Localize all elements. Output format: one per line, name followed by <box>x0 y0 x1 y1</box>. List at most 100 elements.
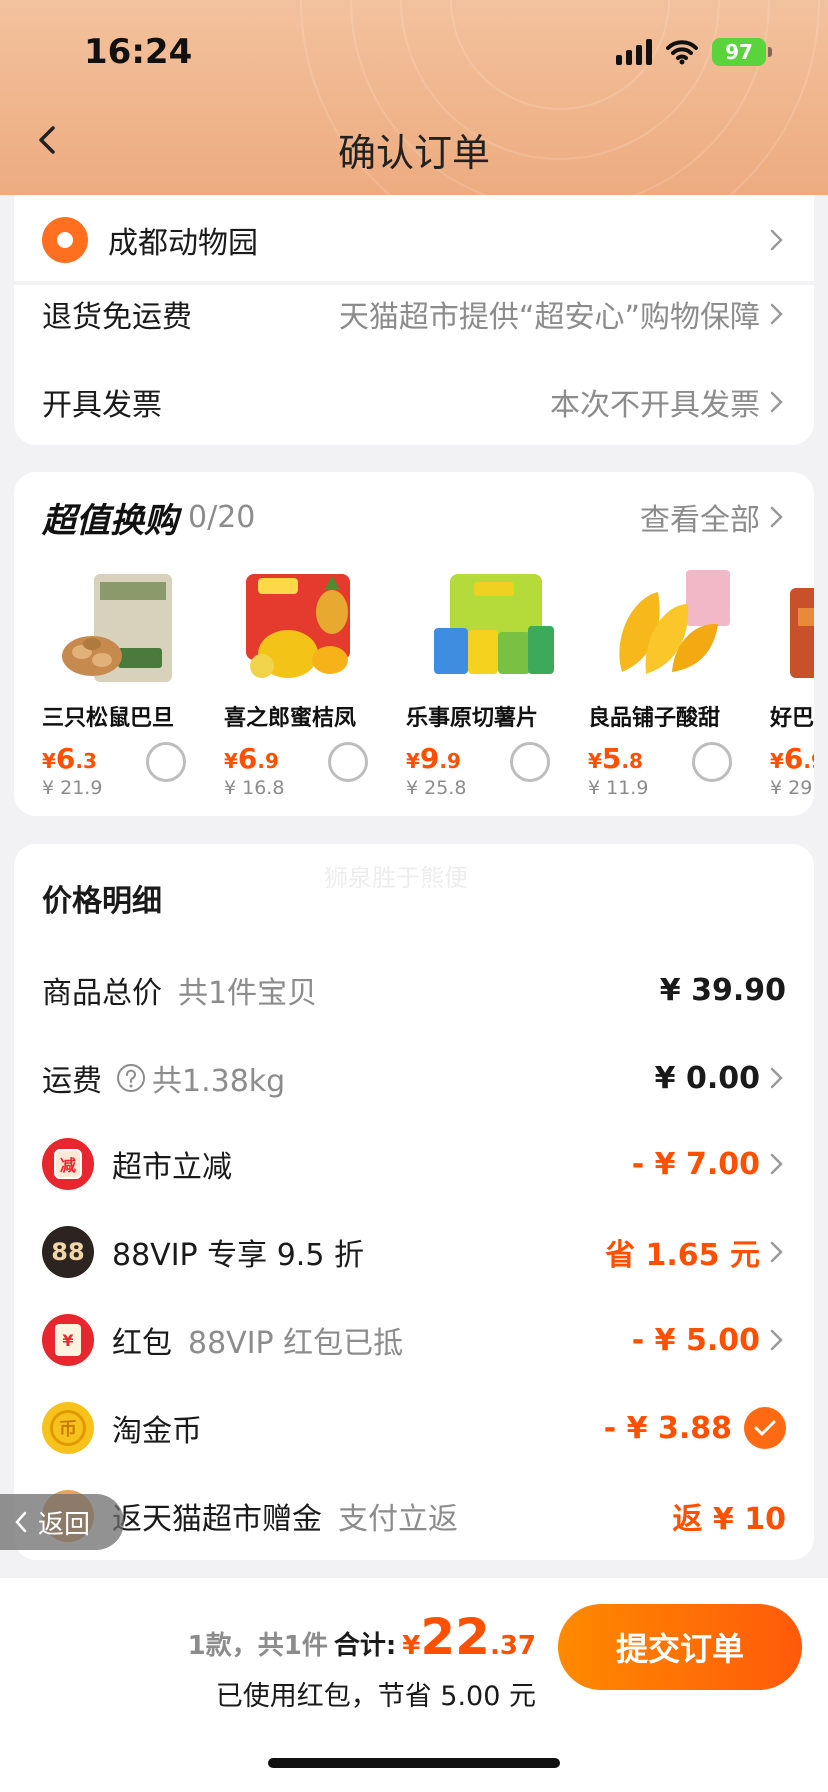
price-detail-title: 价格明细 <box>42 884 162 919</box>
header: 16:24 97 确认订单 <box>0 0 828 195</box>
product-image <box>784 568 814 688</box>
total-currency: ¥ <box>402 1631 421 1661</box>
location-pin-icon <box>42 217 88 263</box>
coins-row[interactable]: 币 淘金币 - ¥ 3.88 <box>42 1400 786 1456</box>
product-price: ¥6.3 <box>42 742 97 775</box>
goods-total-label: 商品总价 <box>42 976 162 1011</box>
address-card: 成都动物园 退货免运费 天猫超市提供“超安心”购物保障 开具发票 本次不开具发票 <box>14 195 814 445</box>
chevron-right-icon <box>770 1329 783 1351</box>
product-original-price: ¥ 29.9 <box>770 777 814 798</box>
return-shipping-value: 天猫超市提供“超安心”购物保障 <box>338 300 760 335</box>
product-price: ¥5.8 <box>588 742 643 775</box>
chevron-left-icon <box>15 1511 27 1533</box>
select-radio[interactable] <box>510 742 550 782</box>
product-price: ¥6.9 <box>770 742 814 775</box>
supermarket-discount-label: 超市立减 <box>112 1150 232 1185</box>
address-row[interactable]: 成都动物园 <box>42 217 786 263</box>
product-original-price: ¥ 25.8 <box>406 777 467 798</box>
status-time: 16:24 <box>84 32 193 72</box>
shipping-label: 运费 <box>42 1064 102 1099</box>
wifi-icon <box>666 40 698 65</box>
vip-discount-label: 88VIP 专享 9.5 折 <box>112 1238 364 1273</box>
invoice-value: 本次不开具发票 <box>550 388 760 423</box>
coins-label: 淘金币 <box>112 1414 202 1449</box>
cashback-label: 返天猫超市赠金 <box>112 1502 322 1537</box>
deal-product[interactable]: 好巴食 ¥6.9 ¥ 29.9 <box>770 568 814 798</box>
goods-total-sub: 共1件宝贝 <box>178 976 318 1011</box>
invoice-row[interactable]: 开具发票 本次不开具发票 <box>42 381 786 423</box>
page-title: 确认订单 <box>337 131 490 175</box>
deal-product[interactable]: 三只松鼠巴旦 ¥6.3 ¥ 21.9 <box>42 568 212 798</box>
discount-icon: 减 <box>42 1138 94 1190</box>
chevron-right-icon <box>770 303 783 325</box>
select-radio[interactable] <box>692 742 732 782</box>
deals-card: 超值换购 0/20 查看全部 三只松鼠巴旦 ¥6.3 ¥ 21.9 喜之郎蜜桔凤… <box>14 472 814 816</box>
price-detail-header: 价格明细 <box>42 874 786 922</box>
battery-level: 97 <box>725 40 753 64</box>
view-all-link[interactable]: 查看全部 <box>640 495 760 539</box>
invoice-label: 开具发票 <box>42 388 162 423</box>
chevron-right-icon <box>770 1241 783 1263</box>
check-icon <box>754 1420 776 1436</box>
red-packet-row[interactable]: ¥ 红包 88VIP 红包已抵 - ¥ 5.00 <box>42 1312 786 1368</box>
red-packet-sub: 88VIP 红包已抵 <box>188 1326 404 1361</box>
status-icons: 97 <box>616 38 772 66</box>
product-original-price: ¥ 11.9 <box>588 777 649 798</box>
product-image <box>420 568 560 688</box>
product-price: ¥6.9 <box>224 742 279 775</box>
vip-discount-row[interactable]: 88 88VIP 专享 9.5 折 省 1.65 元 <box>42 1224 786 1280</box>
total-integer: 22 <box>420 1608 490 1666</box>
chevron-right-icon <box>770 391 783 413</box>
product-name: 乐事原切薯片 <box>406 706 539 731</box>
deal-product[interactable]: 良品铺子酸甜 ¥5.8 ¥ 11.9 <box>588 568 758 798</box>
floating-back-button[interactable]: 返回 <box>0 1494 124 1550</box>
select-radio[interactable] <box>328 742 368 782</box>
cashback-value: 返 ¥ 10 <box>672 1502 786 1537</box>
product-price: ¥9.9 <box>406 742 461 775</box>
goods-total-row: 商品总价 共1件宝贝 ¥ 39.90 <box>42 966 786 1014</box>
product-name: 良品铺子酸甜 <box>588 706 721 731</box>
supermarket-discount-value: - ¥ 7.00 <box>631 1146 760 1182</box>
deal-product[interactable]: 乐事原切薯片 ¥9.9 ¥ 25.8 <box>406 568 576 798</box>
signal-icon <box>616 39 652 65</box>
deals-header: 超值换购 0/20 查看全部 <box>42 494 786 541</box>
cashback-row: 返天猫超市赠金 支付立返 返 ¥ 10 <box>42 1488 786 1544</box>
product-name: 三只松鼠巴旦 <box>42 706 175 731</box>
select-radio[interactable] <box>146 742 186 782</box>
product-name: 好巴食 <box>770 706 814 731</box>
product-image <box>238 568 378 688</box>
shipping-value: ¥ 0.00 <box>654 1060 760 1096</box>
deal-product[interactable]: 喜之郎蜜桔凤 ¥6.9 ¥ 16.8 <box>224 568 394 798</box>
question-icon[interactable] <box>116 1063 146 1093</box>
item-count: 1款，共1件 <box>187 1631 328 1661</box>
chevron-right-icon <box>770 229 783 251</box>
product-original-price: ¥ 16.8 <box>224 777 285 798</box>
total-label: 合计: <box>333 1631 397 1661</box>
submit-order-button[interactable]: 提交订单 <box>558 1604 802 1690</box>
goods-total-value: ¥ 39.90 <box>659 972 786 1008</box>
chevron-right-icon <box>770 1067 783 1089</box>
coins-checkbox[interactable] <box>744 1407 786 1449</box>
deals-title: 超值换购 <box>42 500 178 541</box>
total-decimal: .37 <box>489 1631 536 1661</box>
shipping-row[interactable]: 运费 共1.38kg ¥ 0.00 <box>42 1054 786 1102</box>
red-packet-label: 红包 <box>112 1326 172 1361</box>
return-shipping-label: 退货免运费 <box>42 300 192 335</box>
home-indicator <box>268 1758 560 1768</box>
coins-value: - ¥ 3.88 <box>603 1410 732 1446</box>
chevron-right-icon <box>770 506 783 528</box>
address-name: 成都动物园 <box>108 226 258 261</box>
battery-icon: 97 <box>712 38 772 66</box>
return-shipping-row[interactable]: 退货免运费 天猫超市提供“超安心”购物保障 <box>42 293 786 335</box>
vip-88-icon: 88 <box>42 1226 94 1278</box>
vip-discount-value: 省 1.65 元 <box>605 1238 760 1273</box>
deal-products: 三只松鼠巴旦 ¥6.3 ¥ 21.9 喜之郎蜜桔凤 ¥6.9 ¥ 16.8 乐事… <box>28 568 814 798</box>
red-packet-value: - ¥ 5.00 <box>631 1322 760 1358</box>
deals-count: 0/20 <box>188 499 256 535</box>
supermarket-discount-row[interactable]: 减 超市立减 - ¥ 7.00 <box>42 1136 786 1192</box>
savings-note: 已使用红包，节省 5.00 元 <box>215 1681 536 1712</box>
order-summary: 1款，共1件 合计: ¥ 22 .37 <box>188 1608 536 1666</box>
product-name: 喜之郎蜜桔凤 <box>224 706 357 731</box>
cashback-sub: 支付立返 <box>338 1502 458 1537</box>
red-packet-icon: ¥ <box>42 1314 94 1366</box>
